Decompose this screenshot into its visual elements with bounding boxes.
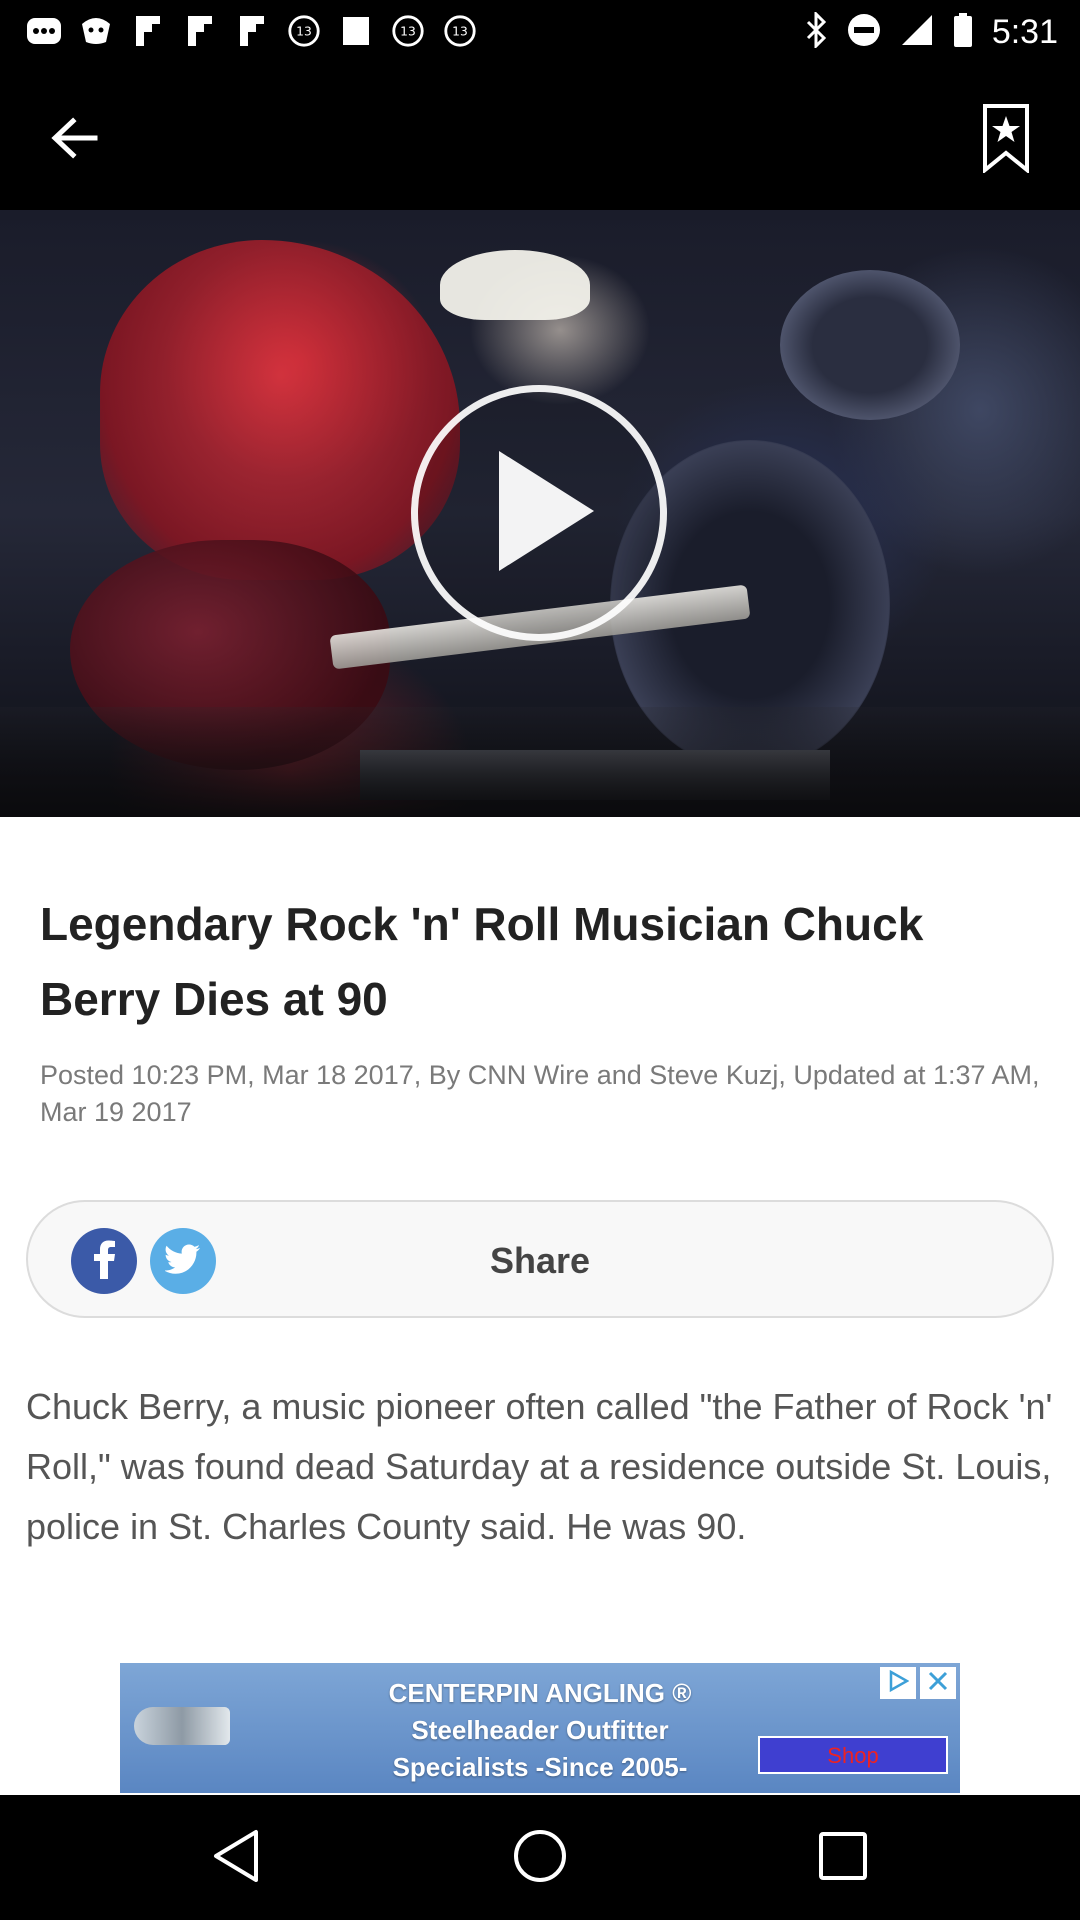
article-content: Legendary Rock 'n' Roll Musician Chuck B…: [0, 817, 1080, 1795]
home-icon: [512, 1828, 568, 1889]
clock: 5:31: [991, 13, 1058, 51]
nav-home-button[interactable]: [503, 1821, 577, 1895]
bookmark-star-icon: [982, 103, 1030, 178]
status-bar: 13 13 13 5:31: [0, 0, 1080, 62]
nav-back-button[interactable]: [200, 1821, 274, 1895]
flipboard-icon: [234, 14, 270, 48]
svg-text:13: 13: [296, 25, 312, 39]
ad-shop-button[interactable]: Shop: [758, 1736, 948, 1774]
drum-shape: [780, 270, 960, 420]
nav-recents-button[interactable]: [806, 1821, 880, 1895]
ad-choices-icon: [887, 1669, 910, 1697]
video-thumbnail[interactable]: [0, 210, 1080, 817]
ad-close-button[interactable]: [920, 1667, 956, 1699]
article-headline: Legendary Rock 'n' Roll Musician Chuck B…: [40, 898, 924, 1025]
square-icon: [338, 14, 374, 48]
app-icon: [78, 14, 114, 48]
abc13-icon: 13: [442, 14, 478, 48]
nav-back-icon: [212, 1828, 262, 1889]
abc13-icon: 13: [390, 14, 426, 48]
close-icon: [927, 1670, 949, 1697]
share-bar[interactable]: Share: [26, 1200, 1054, 1318]
more-dots-icon: [26, 14, 62, 48]
navigation-bar: [0, 1795, 1080, 1920]
ad-banner[interactable]: CENTERPIN ANGLING ® Steelheader Outfitte…: [120, 1663, 960, 1793]
flipboard-icon: [130, 14, 166, 48]
bookmark-button[interactable]: [972, 100, 1040, 180]
performer-shape: [100, 240, 460, 580]
system-icons: 5:31: [804, 10, 1058, 53]
stage-floor: [0, 707, 1080, 817]
app-bar: [0, 62, 1080, 210]
back-button[interactable]: [40, 106, 108, 174]
battery-icon: [952, 12, 974, 53]
share-label: Share: [489, 1240, 591, 1281]
flipboard-icon: [182, 14, 218, 48]
arrow-back-icon: [49, 116, 99, 165]
article-body: Chuck Berry, a music pioneer often calle…: [26, 1386, 1053, 1547]
play-icon: [479, 446, 599, 581]
svg-text:13: 13: [452, 25, 468, 39]
play-button[interactable]: [411, 385, 667, 641]
svg-text:13: 13: [400, 25, 416, 39]
signal-icon: [900, 13, 934, 52]
recents-icon: [818, 1831, 868, 1886]
abc13-icon: 13: [286, 14, 322, 48]
ad-choices-button[interactable]: [880, 1667, 916, 1699]
cap-shape: [440, 250, 590, 320]
ad-line-1: CENTERPIN ANGLING ®: [388, 1678, 692, 1708]
notification-icons: 13 13 13: [26, 14, 478, 48]
do-not-disturb-icon: [846, 12, 882, 53]
article-meta: Posted 10:23 PM, Mar 18 2017, By CNN Wir…: [40, 1060, 1040, 1127]
bluetooth-icon: [804, 10, 828, 53]
